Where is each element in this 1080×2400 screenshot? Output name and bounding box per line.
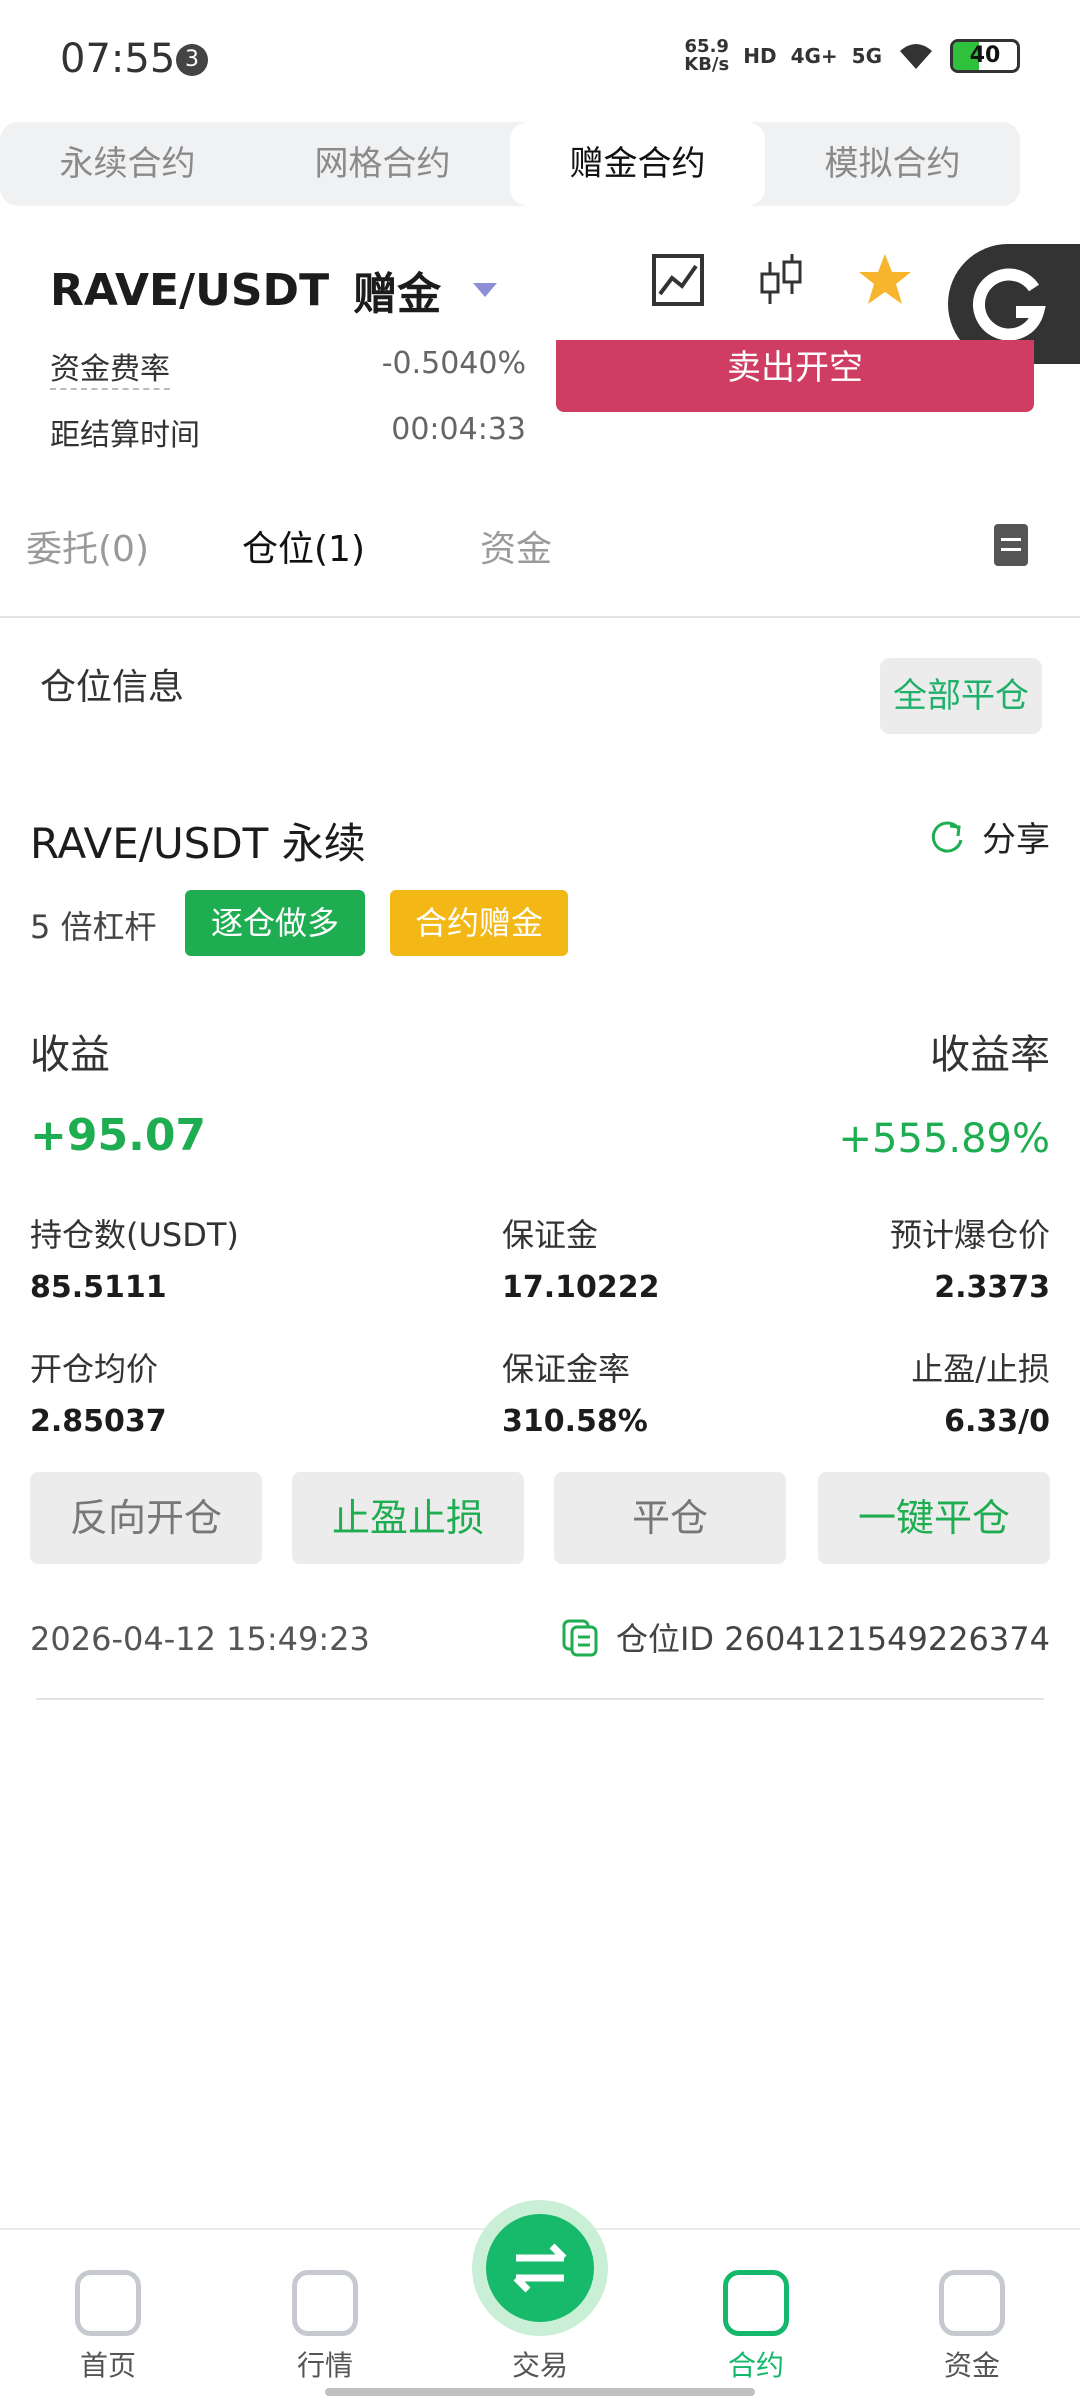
notification-badge: 3 — [176, 44, 208, 76]
wifi-icon — [900, 44, 932, 69]
pnl-rate-value: +555.89% — [838, 1116, 1050, 1162]
direction-tag: 逐仓做多 — [185, 890, 365, 956]
pnl-rate-label: 收益率 — [930, 1032, 1050, 1078]
entry-price-value: 2.85037 — [30, 1404, 167, 1439]
status-icons: 65.9 KB/s HD 4G+ 5G 40 — [684, 38, 1020, 74]
tpsl-label: 止盈/止损 — [911, 1350, 1050, 1388]
share-button[interactable]: 分享 — [928, 812, 1050, 861]
divider — [36, 1698, 1044, 1700]
divider — [0, 616, 1080, 618]
tab-bonus[interactable]: 赠金合约 — [510, 122, 765, 206]
liquidation-price-label: 预计爆仓价 — [889, 1216, 1050, 1254]
funding-rate-value: -0.5040% — [381, 346, 526, 381]
nav-funds[interactable]: 资金 — [902, 2230, 1042, 2384]
position-timestamp: 2026-04-12 15:49:23 — [30, 1620, 370, 1658]
pair-selector[interactable]: RAVE/USDT 赠金 — [50, 258, 498, 322]
pnl-label: 收益 — [30, 1032, 110, 1078]
chart-line-icon[interactable] — [648, 250, 708, 310]
holdings-label: 持仓数(USDT) — [30, 1216, 239, 1254]
tab-perpetual[interactable]: 永续合约 — [0, 122, 255, 206]
sell-open-short-button[interactable]: 卖出开空 — [556, 340, 1034, 412]
status-time: 07:55 — [60, 36, 176, 82]
home-icon — [75, 2270, 141, 2336]
contract-type-tabs: 永续合约 网格合约 赠金合约 模拟合约 — [0, 122, 1020, 206]
nav-home[interactable]: 首页 — [38, 2230, 178, 2384]
tab-funds[interactable]: 资金 — [480, 520, 552, 572]
one-click-close-button[interactable]: 一键平仓 — [818, 1472, 1050, 1564]
battery-icon: 40 — [950, 39, 1020, 73]
margin-value: 17.10222 — [502, 1270, 660, 1305]
contract-icon — [723, 2270, 789, 2336]
hd-icon: HD — [743, 44, 777, 68]
close-all-button[interactable]: 全部平仓 — [880, 658, 1042, 734]
reverse-open-button[interactable]: 反向开仓 — [30, 1472, 262, 1564]
assistant-logo-icon — [972, 268, 1046, 341]
swap-icon — [513, 2243, 567, 2293]
position-name: RAVE/USDT 永续 — [30, 819, 366, 868]
tab-orders[interactable]: 委托(0) — [26, 520, 149, 572]
pnl-value: +95.07 — [30, 1110, 207, 1161]
wallet-icon — [939, 2270, 1005, 2336]
share-label: 分享 — [982, 820, 1050, 860]
document-icon[interactable] — [994, 524, 1028, 566]
copy-icon — [562, 1619, 598, 1657]
signal-5g-icon: 5G — [851, 44, 882, 68]
net-speed: 65.9 KB/s — [684, 36, 730, 75]
market-icon — [292, 2270, 358, 2336]
margin-rate-value: 310.58% — [502, 1404, 648, 1439]
settlement-time-label: 距结算时间 — [50, 418, 200, 453]
entry-price-label: 开仓均价 — [30, 1350, 159, 1388]
close-position-button[interactable]: 平仓 — [554, 1472, 786, 1564]
liquidation-price-value: 2.3373 — [934, 1270, 1050, 1305]
position-info-title: 仓位信息 — [40, 667, 185, 708]
tpsl-value: 6.33/0 — [944, 1404, 1050, 1439]
star-icon[interactable] — [855, 250, 915, 310]
candlestick-icon[interactable] — [752, 250, 812, 310]
nav-contract[interactable]: 合约 — [686, 2230, 826, 2384]
settlement-time-value: 00:04:33 — [391, 412, 526, 447]
share-icon — [931, 821, 963, 853]
nav-market[interactable]: 行情 — [255, 2230, 395, 2384]
trade-center-button[interactable] — [472, 2200, 608, 2336]
funding-rate-label[interactable]: 资金费率 — [50, 344, 170, 390]
chevron-down-icon — [473, 283, 498, 297]
pair-mode: 赠金 — [353, 269, 442, 320]
bonus-tag: 合约赠金 — [390, 890, 568, 956]
leverage-label: 5 倍杠杆 — [30, 908, 157, 946]
position-id[interactable]: 仓位ID 2604121549226374 — [560, 1614, 1050, 1660]
signal-4g-icon: 4G+ — [790, 44, 838, 68]
tab-simulated[interactable]: 模拟合约 — [765, 122, 1020, 206]
margin-label: 保证金 — [502, 1216, 599, 1254]
tab-grid[interactable]: 网格合约 — [255, 122, 510, 206]
position-id-text: 仓位ID 2604121549226374 — [615, 1620, 1050, 1658]
margin-rate-label: 保证金率 — [502, 1350, 631, 1388]
take-profit-stop-loss-button[interactable]: 止盈止损 — [292, 1472, 524, 1564]
home-indicator — [325, 2388, 755, 2396]
pair-name: RAVE/USDT — [50, 264, 330, 316]
tab-positions[interactable]: 仓位(1) — [242, 520, 365, 572]
holdings-value: 85.5111 — [30, 1270, 167, 1305]
